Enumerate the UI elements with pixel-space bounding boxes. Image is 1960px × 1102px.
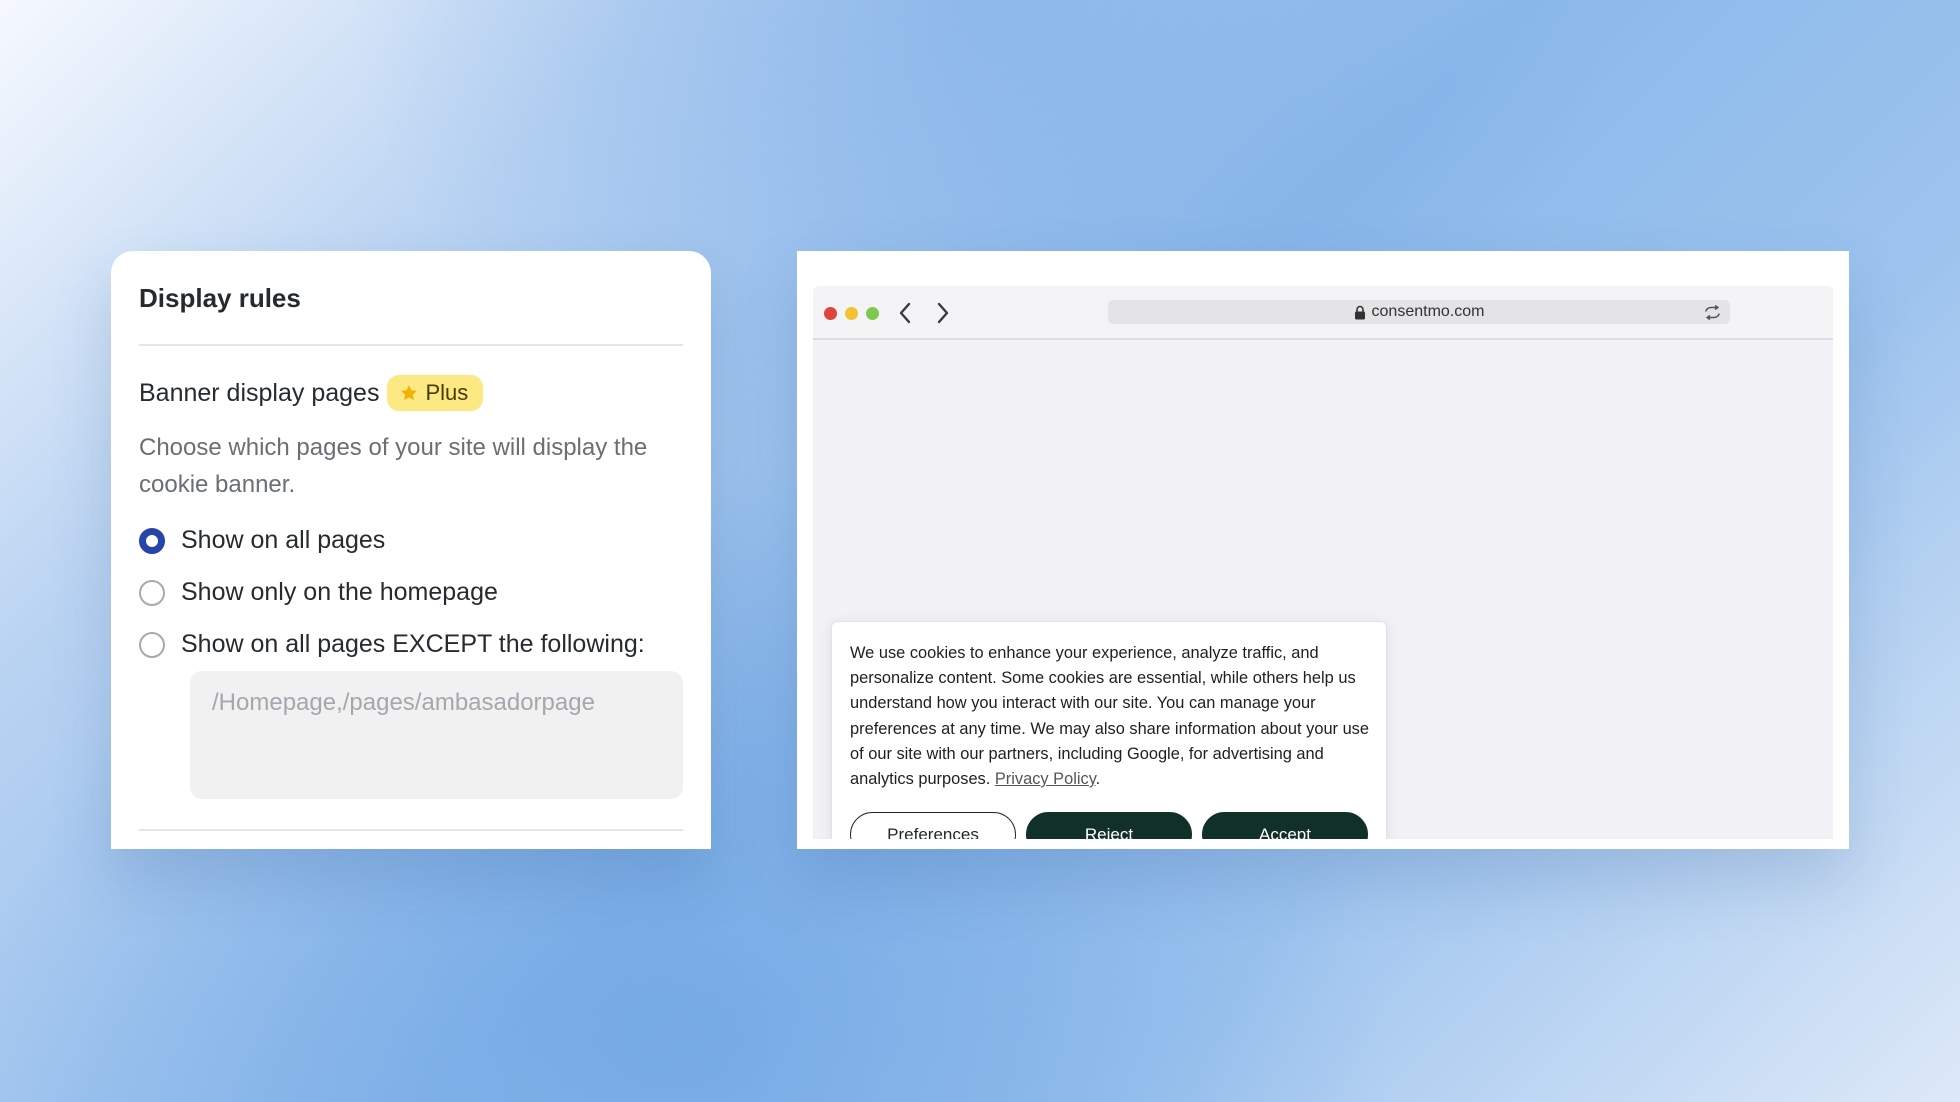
plus-badge: Plus	[387, 375, 484, 411]
close-window-dot[interactable]	[824, 307, 837, 320]
cookie-banner-text: We use cookies to enhance your experienc…	[850, 641, 1372, 792]
back-button[interactable]	[893, 300, 917, 326]
page-content: We use cookies to enhance your experienc…	[813, 340, 1833, 839]
radio-show-all-pages[interactable]: Show on all pages	[139, 526, 385, 555]
accept-button[interactable]: Accept	[1202, 812, 1368, 839]
radio-button[interactable]	[139, 631, 165, 658]
section-heading-text: Banner display pages	[139, 378, 380, 407]
display-rules-card: Display rules Banner display pages Plus …	[111, 251, 711, 849]
cookie-message: We use cookies to enhance your experienc…	[850, 644, 1369, 789]
browser-window: consentmo.com We use cookies to enhance …	[813, 286, 1833, 839]
browser-preview-frame: consentmo.com We use cookies to enhance …	[797, 251, 1849, 849]
reload-button[interactable]	[1702, 303, 1722, 321]
star-icon	[401, 385, 418, 401]
plus-badge-label: Plus	[425, 380, 469, 405]
banner-display-pages-heading: Banner display pages Plus	[139, 375, 484, 411]
reload-icon	[1704, 304, 1720, 320]
browser-toolbar: consentmo.com	[813, 286, 1833, 340]
radio-label: Show only on the homepage	[181, 578, 498, 606]
preferences-button[interactable]: Preferences	[850, 812, 1016, 839]
divider-bottom	[139, 829, 683, 831]
radio-button-checked[interactable]	[139, 527, 165, 554]
radio-label: Show on all pages	[181, 526, 386, 554]
url-text: consentmo.com	[1371, 303, 1485, 320]
forward-arrow-icon	[937, 302, 949, 324]
address-bar[interactable]: consentmo.com	[1108, 300, 1730, 324]
maximize-window-dot[interactable]	[866, 307, 879, 320]
reject-button[interactable]: Reject	[1026, 812, 1192, 839]
radio-button[interactable]	[139, 579, 165, 606]
divider-top	[139, 344, 683, 346]
excluded-pages-input[interactable]	[190, 671, 683, 799]
privacy-policy-link[interactable]: Privacy Policy	[995, 770, 1096, 788]
cookie-banner: We use cookies to enhance your experienc…	[831, 621, 1387, 839]
minimize-window-dot[interactable]	[845, 307, 858, 320]
radio-show-homepage-only[interactable]: Show only on the homepage	[139, 578, 498, 607]
section-description: Choose which pages of your site will dis…	[139, 434, 648, 498]
radio-label: Show on all pages EXCEPT the following:	[181, 630, 645, 658]
card-title: Display rules	[139, 283, 301, 313]
back-arrow-icon	[899, 302, 911, 324]
cookie-button-row: Preferences Reject Accept	[850, 812, 1368, 839]
privacy-suffix: .	[1095, 770, 1101, 789]
radio-show-all-except[interactable]: Show on all pages EXCEPT the following:	[139, 630, 645, 659]
lock-icon	[1354, 305, 1365, 319]
forward-button[interactable]	[931, 300, 955, 326]
